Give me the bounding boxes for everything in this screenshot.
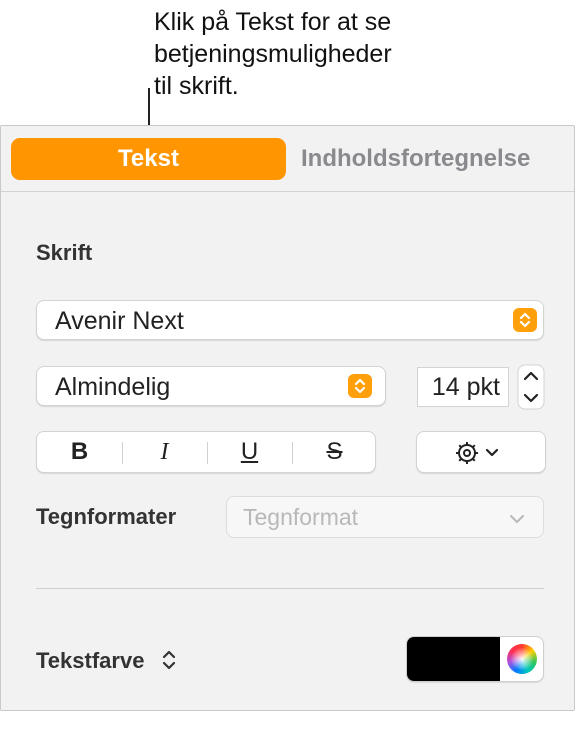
popup-chevrons-icon: [348, 374, 372, 398]
callout-line-2: betjeningsmuligheder: [154, 40, 392, 68]
text-style-segmented-control: B I U S: [36, 431, 376, 473]
chevron-down-icon: [485, 448, 499, 457]
strikethrough-button[interactable]: S: [292, 432, 377, 472]
popup-chevrons-icon: [513, 308, 537, 332]
stepper-arrows-icon: [517, 364, 545, 410]
font-size-field[interactable]: 14 pkt: [417, 367, 509, 407]
color-swatch[interactable]: [407, 637, 500, 681]
text-color-label-text: Tekstfarve: [36, 648, 145, 673]
typeface-value: Almindelig: [55, 373, 171, 401]
gear-icon: [456, 442, 499, 464]
typeface-popup[interactable]: Almindelig: [36, 366, 386, 406]
section-divider: [36, 588, 544, 589]
underline-button[interactable]: U: [207, 432, 292, 472]
advanced-options-button[interactable]: [416, 431, 546, 473]
text-color-well[interactable]: [406, 636, 544, 682]
character-styles-label: Tegnformater: [36, 504, 177, 529]
text-color-label[interactable]: Tekstfarve: [36, 648, 177, 674]
format-inspector-panel: Tekst Indholdsfortegnelse Skrift Avenir …: [0, 125, 575, 711]
character-style-popup[interactable]: Tegnformat: [226, 496, 544, 538]
font-family-popup[interactable]: Avenir Next: [36, 300, 544, 340]
italic-button[interactable]: I: [122, 432, 207, 472]
callout-line-1: Klik på Tekst for at se: [154, 8, 392, 36]
chevron-down-icon: [510, 515, 524, 523]
up-down-chevrons-icon: [162, 650, 175, 670]
font-size-stepper[interactable]: [517, 364, 545, 410]
tab-text[interactable]: Tekst: [11, 138, 286, 180]
callout-line-3: til skrift.: [154, 72, 239, 100]
tab-bar: Tekst Indholdsfortegnelse: [1, 126, 574, 192]
callout-text: Klik på Tekst for at se betjeningsmuligh…: [154, 6, 484, 102]
font-family-value: Avenir Next: [55, 307, 184, 335]
font-section-title: Skrift: [36, 240, 93, 265]
tab-table-of-contents[interactable]: Indholdsfortegnelse: [301, 138, 571, 180]
bold-button[interactable]: B: [37, 432, 122, 472]
color-wheel-icon[interactable]: [507, 644, 537, 674]
character-style-placeholder: Tegnformat: [243, 504, 359, 530]
